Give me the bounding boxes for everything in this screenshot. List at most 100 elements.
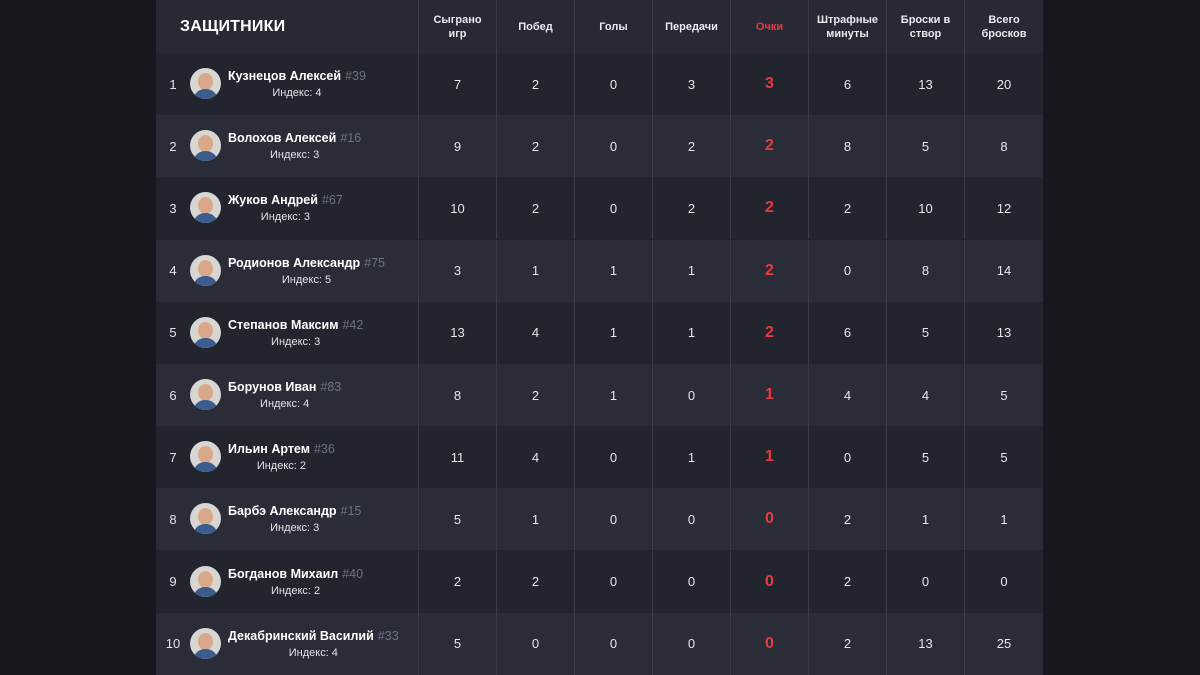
player-info: Ильин Артем #36 Индекс: 2 <box>228 441 335 474</box>
player-name[interactable]: Декабринский Василий <box>228 629 374 643</box>
rank-number: 6 <box>169 387 177 403</box>
stat-games: 3 <box>418 239 496 302</box>
player-name-line: Степанов Максим #42 <box>228 317 363 333</box>
player-number: #33 <box>377 628 399 643</box>
table-row[interactable]: 10 Декабринский Василий #33 Индекс: 4500002… <box>156 612 1043 675</box>
avatar[interactable] <box>190 130 221 162</box>
stat-pim: 2 <box>808 177 886 240</box>
player-name[interactable]: Борунов Иван <box>228 380 316 394</box>
stat-assists: 0 <box>652 550 730 613</box>
stat-sog: 1 <box>886 488 964 551</box>
stat-shots: 20 <box>964 53 1043 115</box>
player-name[interactable]: Ильин Артем <box>228 442 310 456</box>
player-cell: 9 Богданов Михаил #40 Индекс: 2 <box>156 551 418 613</box>
stat-wins: 1 <box>496 239 574 302</box>
stat-points: 0 <box>730 550 808 613</box>
stat-goals: 0 <box>574 426 652 489</box>
table-row[interactable]: 5 Степанов Максим #42 Индекс: 3 13 4 1 1 2 6 5 13 <box>156 301 1043 364</box>
player-name[interactable]: Родионов Александр <box>228 256 360 270</box>
player-cell: 6 Борунов Иван #83 Индекс: 4 <box>156 364 418 426</box>
player-cell: 3 Жуков Андрей #67 Индекс: 3 <box>156 177 418 239</box>
player-cell: 7 Ильин Артем #36 Индекс: 2 <box>156 426 418 488</box>
table-row[interactable]: 8 Барбэ Александр #15 Индекс: 351000211 <box>156 488 1043 551</box>
stat-goals: 0 <box>574 550 652 613</box>
player-name[interactable]: Степанов Максим <box>228 318 338 332</box>
avatar[interactable] <box>190 254 221 286</box>
player-name[interactable]: Богданов Михаил <box>228 567 338 581</box>
column-header-games[interactable]: Сыграно игр <box>418 0 496 53</box>
player-name-line: Барбэ Александр #15 <box>228 503 361 519</box>
stat-pim: 0 <box>808 426 886 489</box>
stat-assists: 0 <box>652 364 730 426</box>
stat-points: 0 <box>730 612 808 675</box>
stat-wins: 2 <box>496 550 574 613</box>
stat-wins: 4 <box>496 301 574 364</box>
stat-pim: 4 <box>808 364 886 426</box>
stat-shots: 1 <box>964 488 1043 551</box>
player-cell: 1 Кузнецов Алексей #39 Индекс: 4 <box>156 53 418 115</box>
stat-shots: 25 <box>964 612 1043 675</box>
avatar[interactable] <box>190 316 221 348</box>
avatar[interactable] <box>190 379 221 410</box>
avatar[interactable] <box>190 627 221 659</box>
table-row[interactable]: 9 Богданов Михаил #40 Индекс: 222000200 <box>156 550 1043 613</box>
stat-assists: 2 <box>652 177 730 240</box>
stat-points: 3 <box>730 53 808 115</box>
stat-points: 2 <box>730 177 808 240</box>
player-name[interactable]: Жуков Андрей <box>228 193 318 207</box>
player-index: Индекс: 3 <box>270 149 320 162</box>
table-row[interactable]: 3 Жуков Андрей #67 Индекс: 3 10 2 0 2 2 2 10 12 <box>156 177 1043 240</box>
stat-assists: 2 <box>652 115 730 178</box>
stat-points: 2 <box>730 115 808 178</box>
avatar[interactable] <box>190 192 221 224</box>
stat-games: 8 <box>418 364 496 426</box>
player-index: Индекс: 4 <box>272 87 322 99</box>
stat-games: 10 <box>418 177 496 240</box>
player-name[interactable]: Барбэ Александр <box>228 504 337 518</box>
table-header: ЗАЩИТНИКИ Сыграно игр Побед Голы Передач… <box>156 0 1043 53</box>
stat-assists: 0 <box>652 612 730 675</box>
avatar[interactable] <box>190 441 221 473</box>
table-row[interactable]: 1 Кузнецов Алексей #39 Индекс: 4 7 2 0 3 3 6 13 20 <box>156 53 1043 115</box>
rank-number: 9 <box>169 574 177 590</box>
column-header-assists[interactable]: Передачи <box>652 0 730 53</box>
player-name[interactable]: Волохов Алексей <box>228 131 336 145</box>
stat-goals: 1 <box>574 364 652 426</box>
column-header-goals[interactable]: Голы <box>574 0 652 53</box>
stat-goals: 0 <box>574 612 652 675</box>
player-info: Волохов Алексей #16 Индекс: 3 <box>228 130 361 163</box>
table-row[interactable]: 6 Борунов Иван #83 Индекс: 482101445 <box>156 364 1043 426</box>
stat-wins: 1 <box>496 488 574 551</box>
column-header-wins[interactable]: Побед <box>496 0 574 53</box>
stat-sog: 10 <box>886 177 964 240</box>
player-cell: 5 Степанов Максим #42 Индекс: 3 <box>156 302 418 364</box>
stat-pim: 2 <box>808 550 886 613</box>
stat-shots: 14 <box>964 239 1043 302</box>
rank-number: 5 <box>169 325 177 341</box>
avatar[interactable] <box>190 503 221 535</box>
stat-games: 11 <box>418 426 496 489</box>
stat-goals: 1 <box>574 301 652 364</box>
rank-number: 2 <box>169 138 177 154</box>
table-row[interactable]: 2 Волохов Алексей #16 Индекс: 392022858 <box>156 115 1043 178</box>
column-header-shots[interactable]: Всего бросков <box>964 0 1043 53</box>
stat-sog: 4 <box>886 364 964 426</box>
stat-goals: 1 <box>574 239 652 302</box>
player-cell: 10 Декабринский Василий #33 Индекс: 4 <box>156 613 418 675</box>
avatar[interactable] <box>190 68 221 99</box>
column-header-points[interactable]: Очки <box>730 0 808 53</box>
stat-pim: 0 <box>808 239 886 302</box>
player-info: Декабринский Василий #33 Индекс: 4 <box>228 628 399 661</box>
column-header-pim[interactable]: Штрафные минуты <box>808 0 886 53</box>
column-header-sog[interactable]: Броски в створ <box>886 0 964 53</box>
stat-sog: 5 <box>886 426 964 489</box>
stat-wins: 0 <box>496 612 574 675</box>
avatar[interactable] <box>190 565 221 597</box>
player-number: #36 <box>313 442 335 457</box>
player-name[interactable]: Кузнецов Алексей <box>228 69 341 83</box>
stat-shots: 8 <box>964 115 1043 178</box>
stat-points: 2 <box>730 239 808 302</box>
player-number: #39 <box>345 69 366 83</box>
table-row[interactable]: 7 Ильин Артем #36 Индекс: 2 11 4 0 1 1 0 5 5 <box>156 426 1043 489</box>
table-row[interactable]: 4 Родионов Александр #75 Индекс: 5 3 1 1 1 2 0 8 14 <box>156 239 1043 302</box>
